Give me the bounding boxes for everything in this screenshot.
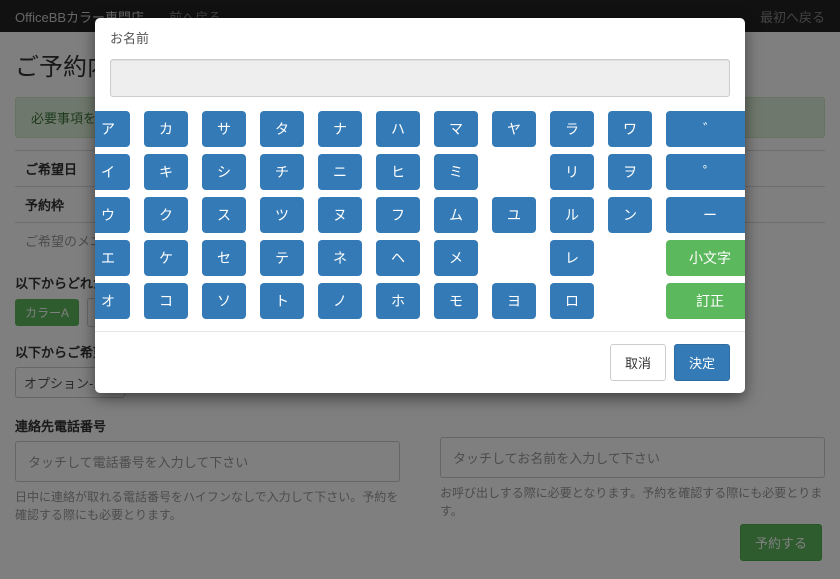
kana-key[interactable]: ミ bbox=[434, 154, 478, 190]
kana-key[interactable]: ホ bbox=[376, 283, 420, 319]
kana-key[interactable]: キ bbox=[144, 154, 188, 190]
kana-key[interactable]: レ bbox=[550, 240, 594, 276]
kana-key[interactable]: ユ bbox=[492, 197, 536, 233]
kana-key[interactable]: ソ bbox=[202, 283, 246, 319]
kana-key[interactable]: エ bbox=[95, 240, 130, 276]
kana-key[interactable]: テ bbox=[260, 240, 304, 276]
kana-key[interactable]: ヨ bbox=[492, 283, 536, 319]
kana-key[interactable]: ト bbox=[260, 283, 304, 319]
kana-key[interactable]: リ bbox=[550, 154, 594, 190]
kana-key[interactable]: ロ bbox=[550, 283, 594, 319]
kana-key[interactable]: ネ bbox=[318, 240, 362, 276]
kana-key[interactable]: フ bbox=[376, 197, 420, 233]
kana-key[interactable]: ヲ bbox=[608, 154, 652, 190]
kana-key[interactable]: ノ bbox=[318, 283, 362, 319]
kana-key[interactable]: ツ bbox=[260, 197, 304, 233]
kana-key[interactable]: ヒ bbox=[376, 154, 420, 190]
kana-key[interactable]: メ bbox=[434, 240, 478, 276]
kana-key[interactable]: オ bbox=[95, 283, 130, 319]
lowercase-key[interactable]: 小文字 bbox=[666, 240, 745, 276]
kana-key[interactable]: モ bbox=[434, 283, 478, 319]
kana-key[interactable]: ク bbox=[144, 197, 188, 233]
kana-key[interactable]: シ bbox=[202, 154, 246, 190]
modal-backdrop: お名前 アカサタナハマヤラワ゛イキシチニヒミ リヲ゜ウクスツヌフムユルンーエケセテ… bbox=[0, 0, 840, 579]
kana-key[interactable]: イ bbox=[95, 154, 130, 190]
kana-key[interactable]: ワ bbox=[608, 111, 652, 147]
kana-key[interactable]: ナ bbox=[318, 111, 362, 147]
kana-key[interactable]: ケ bbox=[144, 240, 188, 276]
kana-key[interactable]: サ bbox=[202, 111, 246, 147]
kana-key[interactable]: カ bbox=[144, 111, 188, 147]
kana-key[interactable]: タ bbox=[260, 111, 304, 147]
correct-key[interactable]: 訂正 bbox=[666, 283, 745, 319]
kana-key[interactable]: チ bbox=[260, 154, 304, 190]
modal-text-input[interactable] bbox=[110, 59, 730, 97]
kana-key[interactable]: ゛ bbox=[666, 111, 745, 147]
kana-key[interactable]: コ bbox=[144, 283, 188, 319]
kana-keyboard: アカサタナハマヤラワ゛イキシチニヒミリヲ゜ウクスツヌフムユルンーエケセテネヘメレ… bbox=[110, 111, 730, 319]
kana-key[interactable]: ゜ bbox=[666, 154, 745, 190]
kana-key[interactable]: ア bbox=[95, 111, 130, 147]
kana-key[interactable]: ス bbox=[202, 197, 246, 233]
ok-button[interactable]: 決定 bbox=[674, 344, 730, 381]
kana-key[interactable]: マ bbox=[434, 111, 478, 147]
kana-key[interactable]: ヤ bbox=[492, 111, 536, 147]
kana-key[interactable]: ヌ bbox=[318, 197, 362, 233]
kana-key[interactable]: ウ bbox=[95, 197, 130, 233]
cancel-button[interactable]: 取消 bbox=[610, 344, 666, 381]
kana-key[interactable]: ラ bbox=[550, 111, 594, 147]
kana-key[interactable]: ム bbox=[434, 197, 478, 233]
kana-key[interactable]: ン bbox=[608, 197, 652, 233]
kana-key[interactable]: ル bbox=[550, 197, 594, 233]
name-entry-modal: お名前 アカサタナハマヤラワ゛イキシチニヒミ リヲ゜ウクスツヌフムユルンーエケセテ… bbox=[95, 18, 745, 393]
kana-key[interactable]: ー bbox=[666, 197, 745, 233]
modal-title: お名前 bbox=[95, 18, 745, 49]
kana-key[interactable]: セ bbox=[202, 240, 246, 276]
kana-key[interactable]: ニ bbox=[318, 154, 362, 190]
kana-key[interactable]: ヘ bbox=[376, 240, 420, 276]
kana-key[interactable]: ハ bbox=[376, 111, 420, 147]
